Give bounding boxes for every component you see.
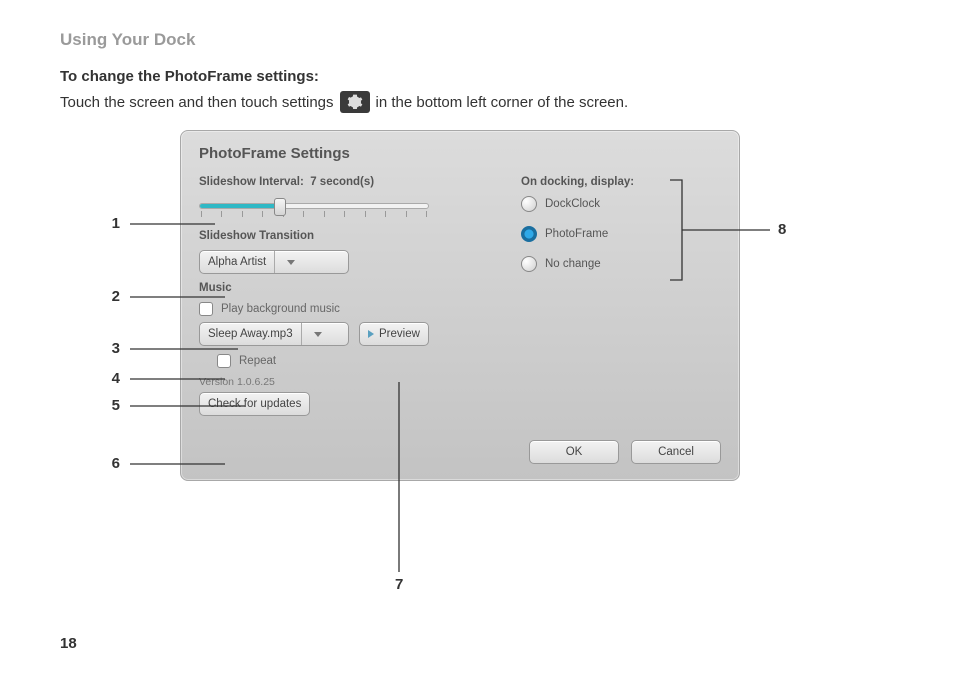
interval-label: Slideshow Interval: 7 second(s) [199, 176, 511, 188]
callout-8: 8 [670, 180, 790, 300]
repeat-label: Repeat [239, 355, 276, 367]
radio-photoframe-label: PhotoFrame [545, 228, 608, 240]
cancel-button[interactable]: Cancel [631, 440, 721, 464]
transition-label: Slideshow Transition [199, 230, 511, 242]
callout-5: 5 [100, 397, 245, 414]
radio-dockclock-label: DockClock [545, 198, 600, 210]
step-instruction: Touch the screen and then touch settings… [60, 91, 894, 113]
callout-7: 7 [395, 382, 403, 593]
ok-button[interactable]: OK [529, 440, 619, 464]
page: Using Your Dock To change the PhotoFrame… [0, 0, 954, 677]
preview-label: Preview [379, 328, 420, 340]
transition-value: Alpha Artist [208, 256, 266, 268]
callout-4: 4 [100, 370, 225, 387]
step-text-after: in the bottom left corner of the screen. [376, 94, 629, 111]
repeat-checkbox[interactable]: Repeat [217, 354, 511, 368]
chevron-down-icon [287, 260, 295, 265]
play-icon [368, 330, 374, 338]
version-text: Version 1.0.6.25 [199, 376, 511, 388]
music-label: Music [199, 282, 511, 294]
music-file-value: Sleep Away.mp3 [208, 328, 293, 340]
radio-no-change-label: No change [545, 258, 601, 270]
callout-3: 3 [100, 340, 238, 357]
section-title: Using Your Dock [60, 30, 894, 50]
play-music-checkbox[interactable]: Play background music [199, 302, 511, 316]
page-number: 18 [60, 635, 77, 652]
play-music-label: Play background music [221, 303, 340, 315]
interval-slider[interactable] [199, 196, 429, 218]
chevron-down-icon [314, 332, 322, 337]
dialog-wrap: PhotoFrame Settings Slideshow Interval: … [180, 130, 740, 481]
step-title: To change the PhotoFrame settings: [60, 68, 894, 85]
step-text-before: Touch the screen and then touch settings [60, 94, 334, 111]
callout-1: 1 [100, 215, 215, 232]
transition-dropdown[interactable]: Alpha Artist [199, 250, 349, 274]
dialog-title: PhotoFrame Settings [181, 131, 739, 172]
callout-6: 6 [100, 455, 225, 472]
photoframe-settings-dialog: PhotoFrame Settings Slideshow Interval: … [180, 130, 740, 481]
gear-icon [340, 91, 370, 113]
callout-2: 2 [100, 288, 225, 305]
preview-button[interactable]: Preview [359, 322, 429, 346]
